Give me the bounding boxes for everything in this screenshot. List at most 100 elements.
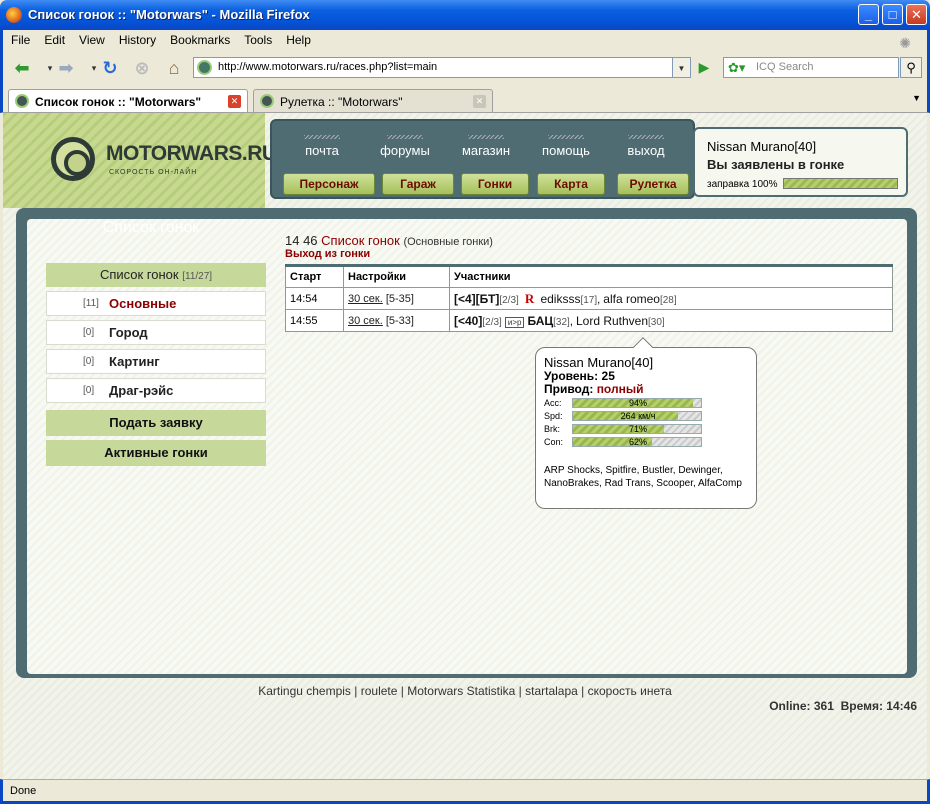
url-input[interactable]: http://www.motorwars.ru/races.php?list=m… [193, 57, 673, 78]
home-icon[interactable]: ⌂ [161, 55, 187, 81]
search-input[interactable]: ✿▾ ICQ Search [723, 57, 899, 78]
search-icon[interactable]: ⚲ [900, 57, 922, 78]
nav-garage-button[interactable]: Гараж [382, 173, 454, 195]
participant-name[interactable]: alfa romeo [603, 292, 660, 306]
stat-label: Brk: [544, 424, 561, 434]
sidebar-item-count: [0] [83, 385, 95, 396]
site-logo[interactable]: MOTORWARS.RU СКОРОСТЬ ОН-ЛАЙН [51, 133, 277, 188]
table-row[interactable]: 14:54 30 сек. [5-35] [<4][БТ][2/3] R edi… [285, 287, 893, 310]
firefox-icon [6, 7, 22, 23]
sidebar-item-main[interactable]: [11] Основные [46, 291, 266, 316]
menu-bookmarks[interactable]: Bookmarks [162, 30, 236, 47]
race-start-time: 14:54 [285, 287, 344, 310]
go-icon[interactable]: ▶ [693, 57, 715, 78]
table-row[interactable]: 14:55 30 сек. [5-33] [<40][2/3] и>р БАЦ[… [285, 309, 893, 332]
active-races-button[interactable]: Активные гонки [46, 440, 266, 466]
sidebar-item-city[interactable]: [0] Город [46, 320, 266, 345]
column-participants: Участники [449, 264, 893, 288]
sidebar-race-list-button[interactable]: Список гонок [11/27] [46, 263, 266, 287]
footer-link[interactable]: startalapa [525, 684, 578, 698]
stop-icon[interactable]: ⊗ [129, 55, 155, 81]
tab-label: Рулетка :: "Motorwars" [280, 95, 403, 109]
tooltip-parts-list: ARP Shocks, Spitfire, Bustler, Dewinger,… [544, 465, 742, 489]
url-dropdown-icon[interactable]: ▼ [673, 57, 691, 78]
sidebar-item-drag-race[interactable]: [0] Драг-рэйс [46, 378, 266, 403]
online-count: Online: 361 [769, 699, 834, 713]
back-icon[interactable]: ⬅ [9, 55, 35, 81]
reload-icon[interactable]: ↻ [97, 55, 123, 81]
participant-level: [32] [553, 316, 570, 328]
footer-link[interactable]: Kartingu chempis [258, 684, 351, 698]
tab-label: Список гонок :: "Motorwars" [35, 95, 202, 109]
tab-list-dropdown-icon[interactable]: ▼ [912, 93, 921, 103]
menu-file[interactable]: File [3, 30, 36, 47]
close-tab-icon[interactable]: ✕ [473, 95, 486, 108]
tab-favicon-icon [15, 94, 29, 108]
sidebar-item-count: [11] [83, 298, 99, 309]
race-type-badge-icon: и>р [504, 316, 525, 328]
footer-link[interactable]: Motorwars Statistika [407, 684, 515, 698]
table-header-row: Старт Настройки Участники [285, 264, 893, 288]
nav-roulette-button[interactable]: Рулетка [617, 173, 689, 195]
user-status-panel: Nissan Murano[40] Вы заявлены в гонке за… [693, 127, 908, 197]
race-participants: [<40][2/3] и>р БАЦ[32], Lord Ruthven[30] [449, 309, 893, 332]
page-title: Список гонок [321, 233, 400, 248]
tab-favicon-icon [260, 94, 274, 108]
nav-exit[interactable]: выход [606, 135, 686, 158]
nav-help[interactable]: помощь [526, 135, 606, 158]
tooltip-car-name: Nissan Murano[40] [544, 355, 654, 370]
footer-link[interactable]: скорость инета [588, 684, 672, 698]
participant-level: [30] [648, 316, 665, 328]
nav-races-button[interactable]: Гонки [461, 173, 529, 195]
race-settings: 30 сек. [5-35] [343, 287, 450, 310]
menu-bar: File Edit View History Bookmarks Tools Help ✺ [0, 30, 930, 51]
race-participants: [<4][БТ][2/3] R ediksss[17], alfa romeo[… [449, 287, 893, 310]
submit-application-button[interactable]: Подать заявку [46, 410, 266, 436]
stat-control: Con: 62% [544, 437, 754, 448]
footer-links: Kartingu chempis | roulete | Motorwars S… [258, 684, 672, 698]
fuel-bar [783, 178, 898, 189]
race-settings: 30 сек. [5-33] [343, 309, 450, 332]
forward-icon[interactable]: ➡ [53, 55, 79, 81]
tab-bar: Список гонок :: "Motorwars" ✕ Рулетка ::… [0, 87, 930, 113]
minimize-button[interactable]: _ [858, 4, 879, 25]
menu-view[interactable]: View [71, 30, 111, 47]
nav-character-button[interactable]: Персонаж [283, 173, 375, 195]
footer-link[interactable]: roulete [361, 684, 398, 698]
sidebar-item-karting[interactable]: [0] Картинг [46, 349, 266, 374]
stat-acceleration: Acc: 94% [544, 398, 754, 409]
sidebar-item-label: Драг-рэйс [109, 383, 174, 398]
tooltip-level: Уровень: 25 [544, 369, 615, 383]
close-tab-icon[interactable]: ✕ [228, 95, 241, 108]
menu-tools[interactable]: Tools [236, 30, 278, 47]
race-interval-link[interactable]: 30 сек. [348, 293, 383, 305]
participant-name[interactable]: ediksss [540, 292, 580, 306]
exit-race-link[interactable]: Выход из гонки [285, 248, 370, 260]
nav-mail[interactable]: почта [282, 135, 362, 158]
race-interval-link[interactable]: 30 сек. [348, 315, 383, 327]
tab-roulette[interactable]: Рулетка :: "Motorwars" ✕ [253, 89, 493, 112]
race-slots: [2/3] [499, 294, 519, 306]
icq-flower-icon[interactable]: ✿▾ [728, 60, 745, 76]
participant-name[interactable]: БАЦ [528, 314, 554, 328]
close-button[interactable]: ✕ [906, 4, 927, 25]
nav-map-button[interactable]: Карта [537, 173, 605, 195]
stat-label: Spd: [544, 411, 563, 421]
car-info-tooltip: Nissan Murano[40] Уровень: 25 Привод: по… [535, 337, 757, 509]
maximize-button[interactable]: □ [882, 4, 903, 25]
nav-forums[interactable]: форумы [365, 135, 445, 158]
stat-speed: Spd: 264 км/ч [544, 411, 754, 422]
menu-edit[interactable]: Edit [36, 30, 71, 47]
stat-value: 71% [628, 424, 647, 434]
logo-wheel-icon [51, 137, 95, 181]
tab-races-list[interactable]: Список гонок :: "Motorwars" ✕ [8, 89, 248, 112]
race-condition: [<40] [454, 313, 483, 328]
main-navigation: почта форумы магазин помощь выход Персон… [270, 119, 695, 199]
menu-history[interactable]: History [111, 30, 162, 47]
user-car-name[interactable]: Nissan Murano[40] [707, 139, 816, 154]
participant-name[interactable]: Lord Ruthven [576, 314, 648, 328]
nav-shop[interactable]: магазин [446, 135, 526, 158]
stat-label: Acc: [544, 398, 562, 408]
menu-help[interactable]: Help [278, 30, 317, 47]
header-logo-area: MOTORWARS.RU СКОРОСТЬ ОН-ЛАЙН [3, 113, 277, 208]
